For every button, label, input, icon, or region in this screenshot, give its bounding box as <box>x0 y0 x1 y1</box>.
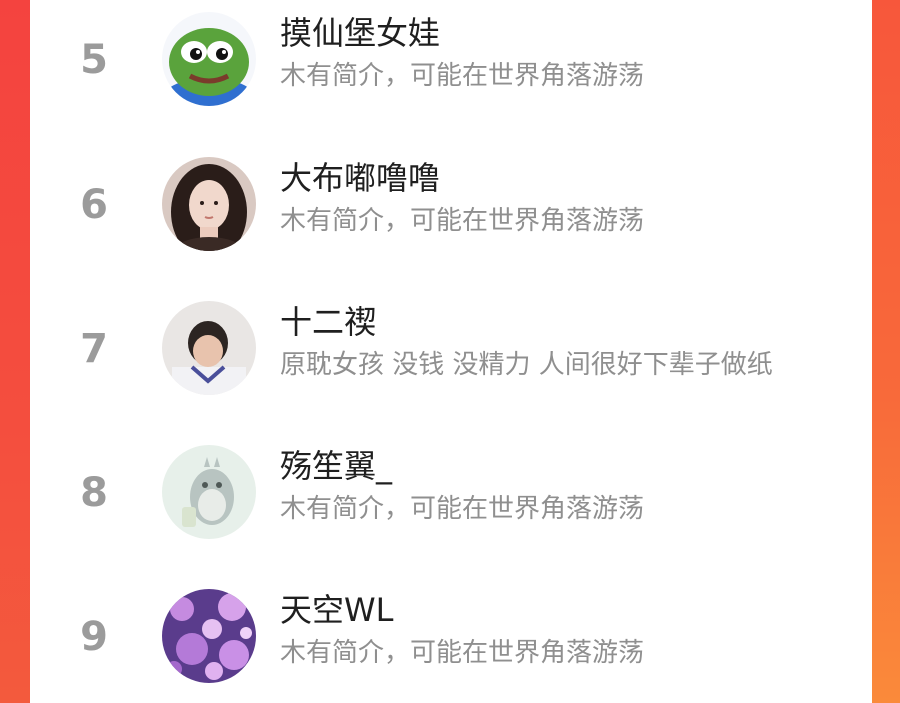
ranking-list: 5 摸仙堡女娃 木有简介，可能在世界角落游荡 6 大布嘟噜噜 木有简介，可能在世… <box>30 0 872 703</box>
user-bio: 原耽女孩 没钱 没精力 人间很好下辈子做纸 <box>280 350 773 380</box>
user-bio: 木有简介，可能在世界角落游荡 <box>280 638 645 668</box>
user-name[interactable]: 大布嘟噜噜 <box>280 159 440 197</box>
user-bio: 木有简介，可能在世界角落游荡 <box>280 206 645 236</box>
user-name[interactable]: 十二禊 <box>280 303 376 341</box>
rank-number: 9 <box>80 614 108 660</box>
rank-number: 8 <box>80 470 108 516</box>
user-name[interactable]: 殇笙翼_ <box>280 447 392 485</box>
user-bio: 木有简介，可能在世界角落游荡 <box>280 61 645 91</box>
user-bio: 木有简介，可能在世界角落游荡 <box>280 494 645 524</box>
pepe-frog-avatar[interactable] <box>162 12 256 106</box>
rank-number: 6 <box>80 182 108 228</box>
ranking-row[interactable]: 5 摸仙堡女娃 木有简介，可能在世界角落游荡 <box>30 0 872 120</box>
ranking-row[interactable]: 6 大布嘟噜噜 木有简介，可能在世界角落游荡 <box>30 145 872 265</box>
girl-portrait-avatar[interactable] <box>162 157 256 251</box>
ranking-row[interactable]: 7 十二禊 原耽女孩 没钱 没精力 人间很好下辈子做纸 <box>30 289 872 409</box>
rank-number: 7 <box>80 326 108 372</box>
ranking-row[interactable]: 8 殇笙翼_ 木有简介，可能在世界角落游荡 <box>30 433 872 553</box>
totoro-avatar[interactable] <box>162 445 256 539</box>
left-background-strip <box>0 0 30 703</box>
rank-number: 5 <box>80 37 108 83</box>
right-background-strip <box>872 0 900 703</box>
purple-blossom-avatar[interactable] <box>162 589 256 683</box>
user-name[interactable]: 摸仙堡女娃 <box>280 14 440 52</box>
ranking-row[interactable]: 9 天空WL 木有简介，可能在世界角落游荡 <box>30 577 872 697</box>
boy-photo-avatar[interactable] <box>162 301 256 395</box>
user-name[interactable]: 天空WL <box>280 591 393 629</box>
